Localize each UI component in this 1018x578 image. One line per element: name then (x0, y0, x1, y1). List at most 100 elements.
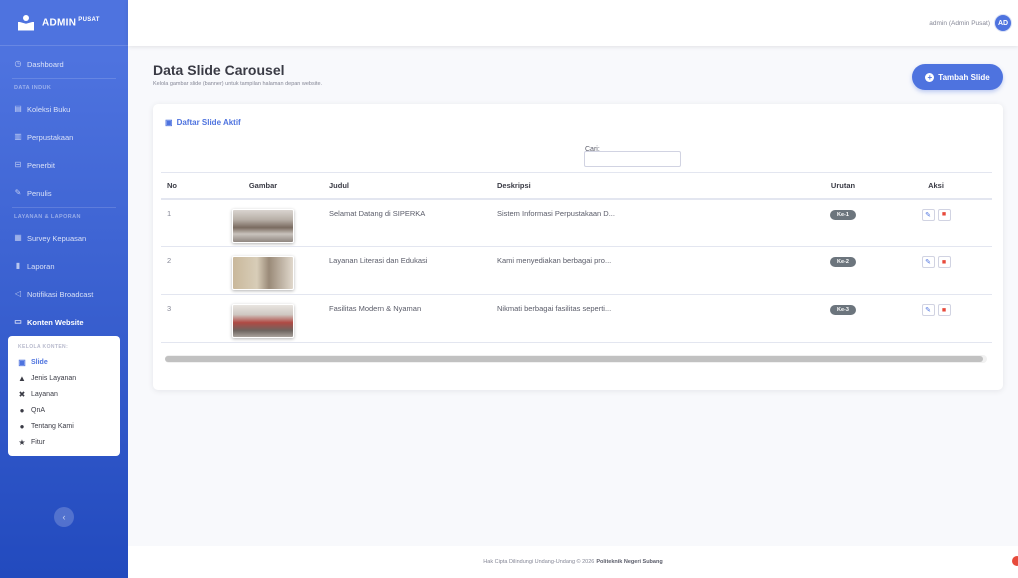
sidebar-item-label: Notifikasi Broadcast (27, 289, 94, 299)
row-image-cell (203, 198, 323, 247)
sidebar-item-koleksi[interactable]: ▤ Koleksi Buku (0, 95, 128, 123)
sidebar-brand[interactable]: ADMIN PUSAT (0, 0, 128, 46)
row-urutan-cell: Ke-3 (806, 294, 880, 343)
edit-icon: ✎ (925, 211, 931, 219)
row-number: 3 (161, 294, 203, 343)
submenu-item-label: QnA (31, 406, 46, 414)
delete-button[interactable]: ■ (937, 304, 951, 316)
row-judul: Selamat Datang di SIPERKA (323, 198, 491, 247)
submenu-item-qna[interactable]: ● QnA (8, 402, 120, 418)
page-subtitle: Kelola gambar slide (banner) untuk tampi… (153, 81, 323, 87)
row-deskripsi: Sistem Informasi Perpustakaan D... (491, 198, 806, 247)
order-badge: Ke-3 (830, 305, 856, 315)
add-slide-button[interactable]: + Tambah Slide (912, 64, 1003, 90)
footer-text: Hak Cipta Dilindungi Undang-Undang © 202… (483, 559, 595, 565)
add-slide-label: Tambah Slide (938, 72, 990, 82)
sidebar-item-dashboard[interactable]: ◷ Dashboard (0, 50, 128, 78)
row-number: 2 (161, 246, 203, 295)
sidebar-item-label: Penerbit (27, 160, 55, 170)
slide-thumbnail[interactable] (232, 208, 294, 243)
edit-icon: ✎ (925, 307, 931, 314)
sidebar-item-survey[interactable]: ▦ Survey Kepuasan (0, 224, 128, 252)
sidebar-heading-layanan: LAYANAN & LAPORAN (14, 214, 81, 220)
card-title-text: Daftar Slide Aktif (176, 118, 241, 127)
sidebar: ADMIN PUSAT ◷ Dashboard DATA INDUK ▤ Kole… (0, 0, 128, 578)
images-icon: ▣ (165, 118, 173, 127)
edit-button[interactable]: ✎ (921, 208, 935, 221)
row-image-cell (203, 246, 323, 295)
row-urutan-cell: Ke-2 (806, 246, 880, 295)
scrollbar-thumb[interactable] (165, 356, 983, 362)
sidebar-item-penerbit[interactable]: ⊟ Penerbit (0, 151, 128, 179)
library-logo-icon (18, 14, 34, 31)
submenu-item-jenis-layanan[interactable]: ▲ Jenis Layanan (8, 370, 120, 386)
page-title: Data Slide Carousel (153, 62, 285, 78)
column-header-deskripsi[interactable]: Deskripsi (491, 172, 806, 200)
submenu-item-label: Jenis Layanan (31, 374, 77, 382)
slide-list-card: ▣ Daftar Slide Aktif Cari: No Gambar Jud… (153, 104, 1003, 390)
footer: Hak Cipta Dilindungi Undang-Undang © 202… (128, 546, 1018, 578)
search-input[interactable] (584, 151, 681, 167)
edit-button[interactable]: ✎ (921, 256, 935, 268)
tools-icon: ✖ (18, 389, 26, 399)
footer-org: Politeknik Negeri Subang (596, 559, 663, 565)
topbar: admin (Admin Pusat) AD (128, 0, 1018, 46)
poll-icon: ▦ (14, 233, 22, 242)
sidebar-item-konten-website[interactable]: ▭ Konten Website (0, 308, 128, 336)
print-icon: ⊟ (14, 160, 22, 169)
column-header-no[interactable]: No (161, 172, 203, 200)
plus-circle-icon: + (925, 72, 935, 82)
floating-action-dot[interactable] (1012, 556, 1018, 566)
row-urutan-cell: Ke-1 (806, 198, 880, 247)
trash-icon: ■ (941, 306, 947, 314)
row-deskripsi: Kami menyediakan berbagai pro... (491, 246, 806, 295)
sidebar-toggle-button[interactable]: ‹ (54, 507, 74, 527)
row-actions: ✎ ■ (880, 246, 992, 295)
konten-submenu: KELOLA KONTEN: ▣ Slide ▲ Jenis Layanan ✖… (8, 336, 120, 456)
delete-button[interactable]: ■ (937, 256, 951, 268)
star-icon: ★ (18, 437, 26, 447)
row-judul: Fasilitas Modern & Nyaman (323, 294, 491, 343)
column-header-urutan[interactable]: Urutan (806, 172, 880, 200)
column-header-gambar[interactable]: Gambar (203, 172, 323, 200)
horizontal-scrollbar[interactable] (165, 355, 987, 363)
chevron-left-icon: ‹ (62, 512, 66, 522)
book-icon: ▤ (14, 104, 22, 113)
avatar[interactable]: AD (994, 14, 1012, 32)
slide-thumbnail[interactable] (232, 256, 294, 290)
submenu-item-label: Layanan (31, 390, 58, 398)
row-actions: ✎ ■ (880, 198, 992, 247)
row-image-cell (203, 294, 323, 343)
sidebar-item-laporan[interactable]: ▮ Laporan (0, 252, 128, 280)
sidebar-item-notifikasi[interactable]: ◁ Notifikasi Broadcast (0, 280, 128, 308)
order-badge: Ke-2 (830, 257, 856, 267)
submenu-heading: KELOLA KONTEN: (18, 344, 69, 350)
submenu-item-layanan[interactable]: ✖ Layanan (8, 386, 120, 402)
submenu-item-label: Fitur (31, 438, 45, 446)
table-row: 2 Layanan Literasi dan Edukasi Kami meny… (161, 246, 992, 295)
slide-thumbnail[interactable] (232, 304, 294, 338)
submenu-item-tentang-kami[interactable]: ● Tentang Kami (8, 418, 120, 434)
sidebar-item-penulis[interactable]: ✎ Penulis (0, 179, 128, 207)
edit-button[interactable]: ✎ (921, 304, 935, 316)
sidebar-heading-data: DATA INDUK (14, 85, 52, 91)
table-header-row: No Gambar Judul Deskripsi Urutan Aksi (161, 172, 992, 200)
table-row: 1 Selamat Datang di SIPERKA Sistem Infor… (161, 198, 992, 247)
submenu-item-label: Tentang Kami (31, 422, 74, 430)
column-header-aksi: Aksi (880, 172, 992, 200)
column-header-judul[interactable]: Judul (323, 172, 491, 200)
submenu-item-fitur[interactable]: ★ Fitur (8, 434, 120, 450)
row-actions: ✎ ■ (880, 294, 992, 343)
submenu-item-slide[interactable]: ▣ Slide (8, 354, 120, 370)
website-icon: ▭ (14, 317, 22, 326)
dashboard-icon: ◷ (14, 59, 22, 68)
row-number: 1 (161, 198, 203, 247)
delete-button[interactable]: ■ (937, 208, 951, 221)
user-name[interactable]: admin (Admin Pusat) (929, 20, 990, 27)
chart-icon: ▮ (15, 261, 21, 270)
pen-icon: ✎ (14, 188, 22, 197)
order-badge: Ke-1 (830, 209, 856, 220)
sidebar-item-label: Laporan (27, 261, 55, 271)
sidebar-item-perpustakaan[interactable]: ▥ Perpustakaan (0, 123, 128, 151)
sidebar-item-label: Dashboard (27, 59, 64, 69)
